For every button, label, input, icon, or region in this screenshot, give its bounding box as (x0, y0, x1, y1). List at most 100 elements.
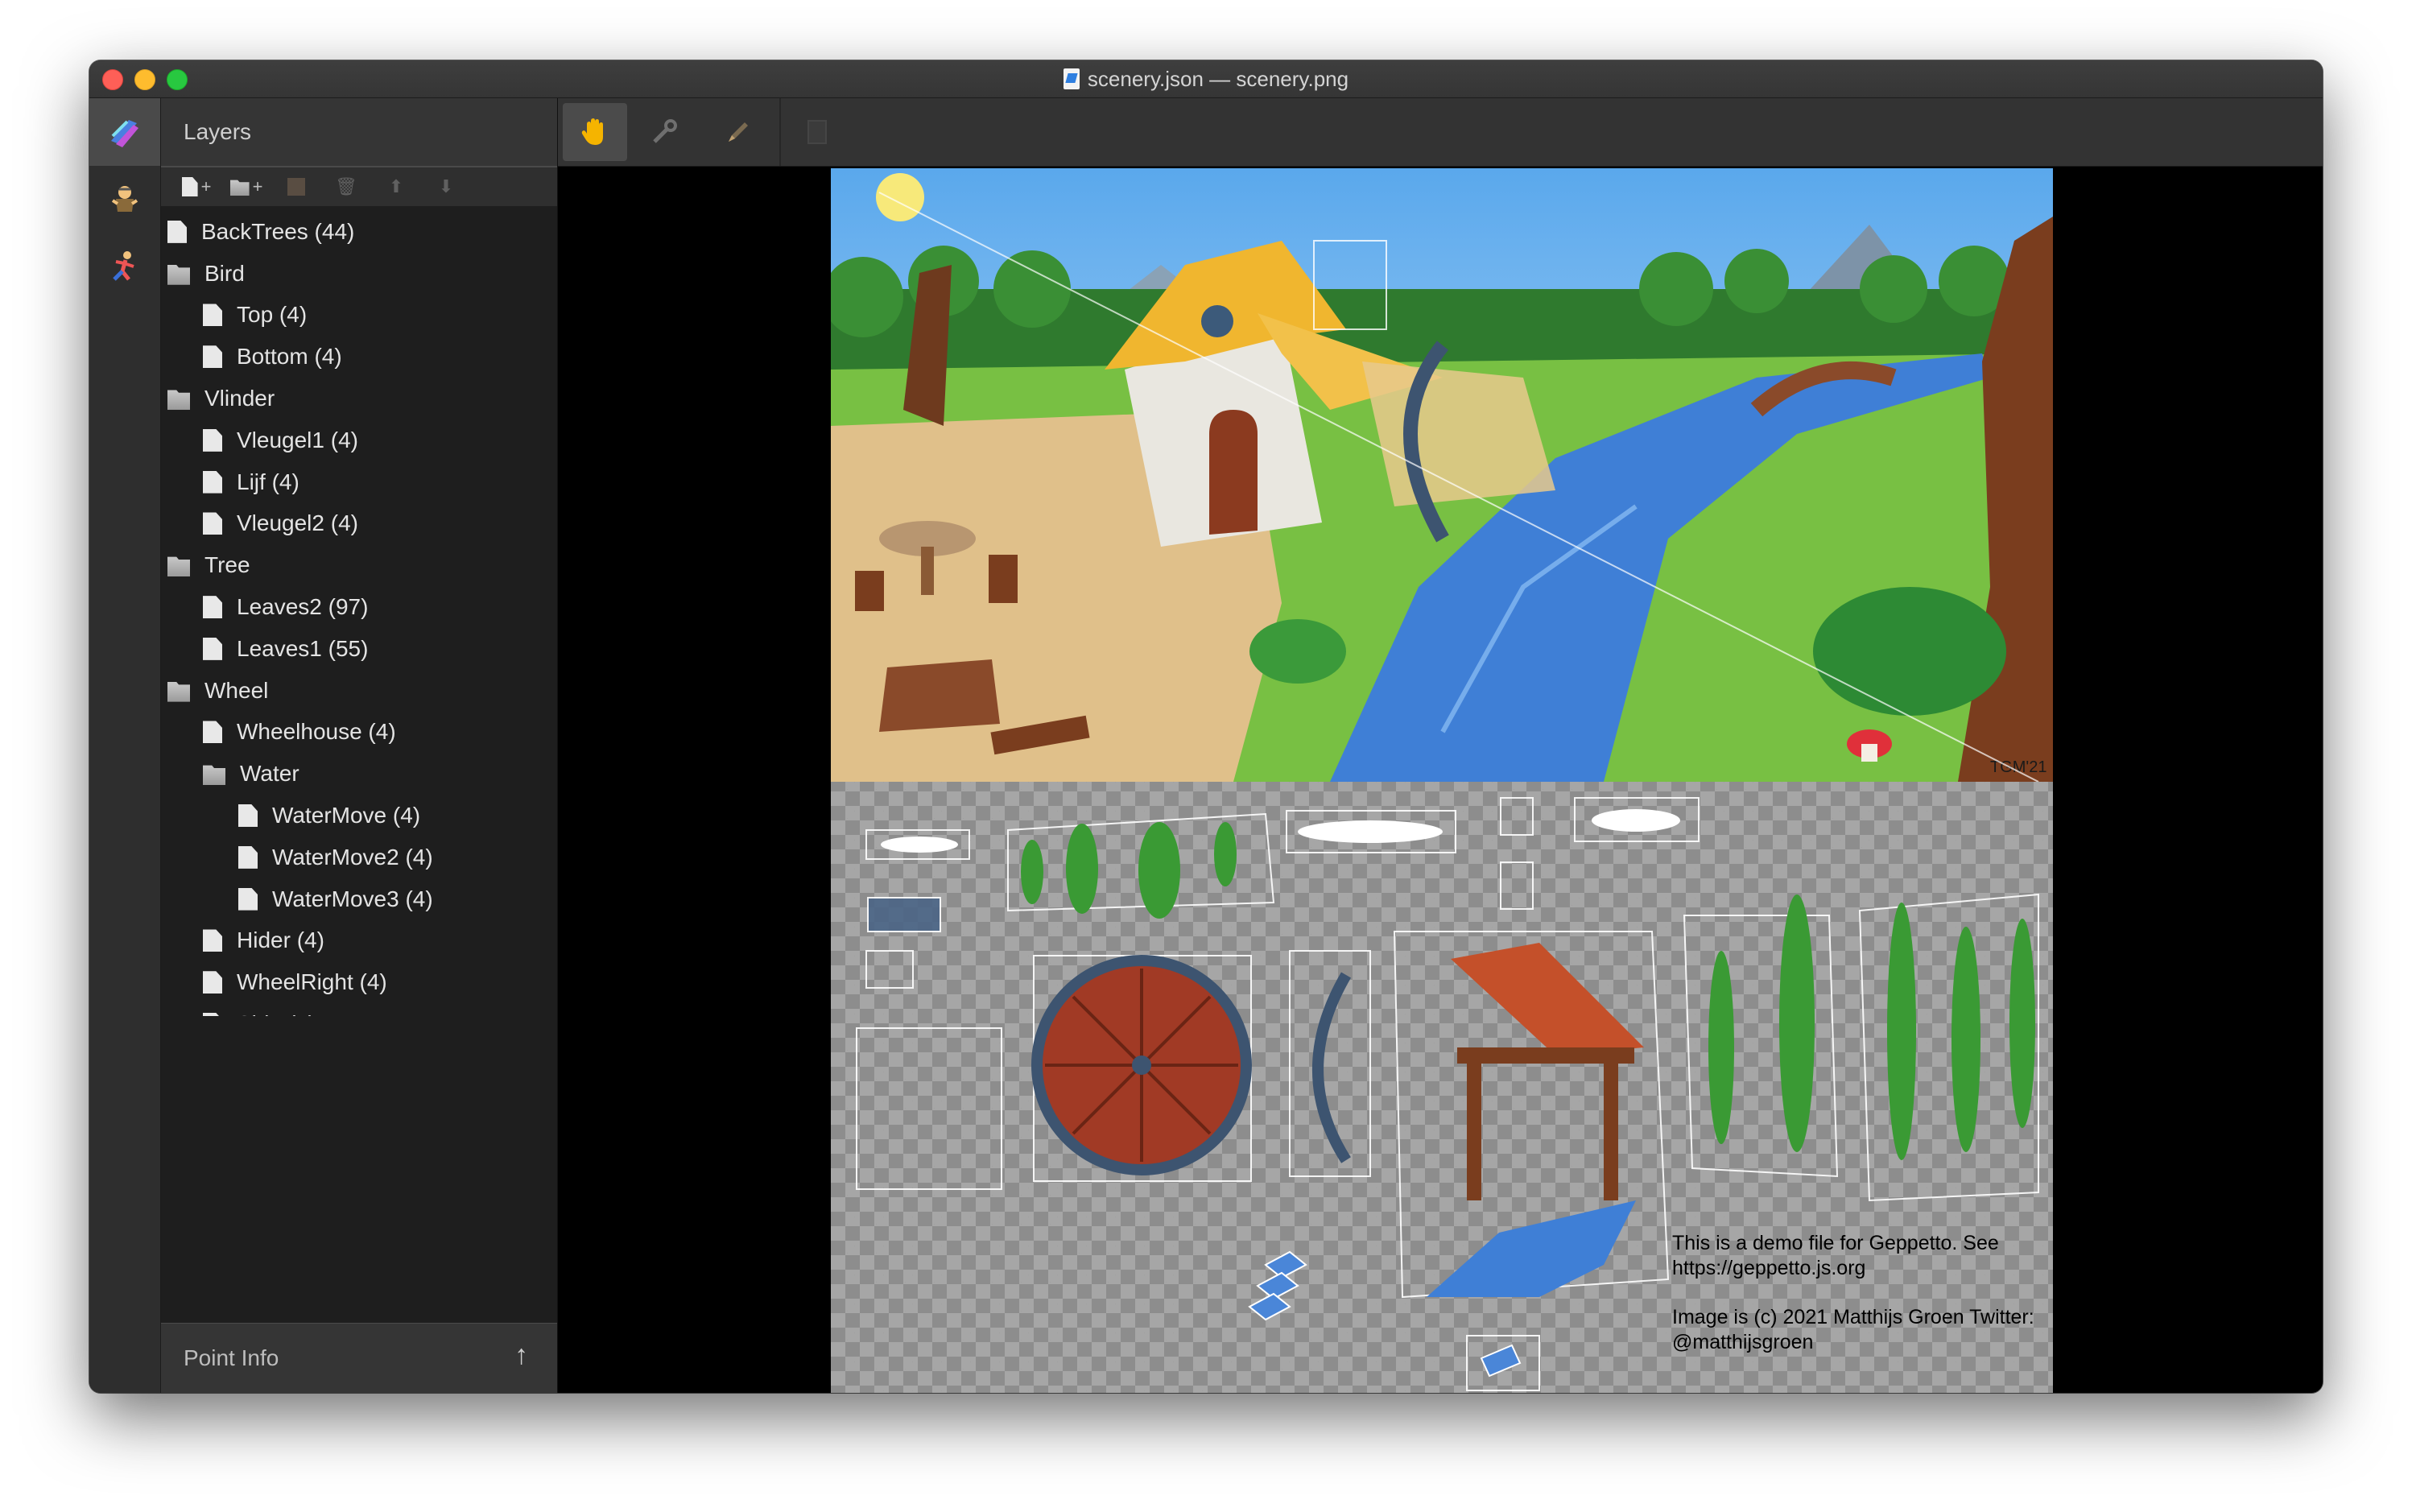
layer-item[interactable]: Side (4) (161, 1003, 557, 1016)
character-mode-button[interactable] (89, 166, 160, 233)
layers-panel-title: Layers (184, 119, 252, 144)
canvas-area[interactable]: TGM'21 This is a demo file for Geppetto.… (558, 167, 2323, 1393)
add-layer-button[interactable]: + (177, 172, 216, 201)
animation-tool-icon (113, 251, 134, 281)
layers-toolbar: + + 🗑 ⬆ ⬇ (161, 167, 557, 206)
hand-tool-button[interactable] (563, 103, 627, 161)
window-title: scenery.json — scenery.png (1087, 66, 1349, 91)
layer-label: Vleugel2 (4) (237, 510, 358, 536)
layer-item[interactable]: Leaves1 (55) (161, 628, 557, 670)
layer-label: Tree (204, 552, 250, 578)
point-info-panel-header[interactable]: Point Info ↑ (161, 1323, 557, 1393)
layer-label: Vlinder (204, 386, 275, 411)
file-icon (203, 428, 222, 452)
layer-folder-item[interactable]: Wheel (161, 670, 557, 712)
file-icon (203, 1013, 222, 1016)
layer-item[interactable]: WheelRight (4) (161, 961, 557, 1003)
add-folder-icon (229, 180, 250, 196)
layer-label: Wheel (204, 677, 269, 703)
square-tool-button[interactable] (785, 103, 849, 161)
layer-item[interactable]: Vleugel1 (4) (161, 419, 557, 461)
add-file-icon (181, 177, 198, 196)
hand-tool-icon (581, 118, 603, 145)
image-icon (287, 178, 305, 196)
layers-panel: Layers + + 🗑 ⬆ ⬇ BackTrees (44) Bird Top (… (161, 98, 558, 1393)
layer-item[interactable]: Top (4) (161, 295, 557, 337)
layer-label: BackTrees (44) (201, 218, 355, 244)
wrench-tool-button[interactable] (632, 103, 696, 161)
layer-item[interactable]: WaterMove3 (4) (161, 878, 557, 920)
file-icon (203, 345, 222, 369)
character-tool-icon (111, 186, 138, 212)
pencil-tool-button[interactable] (706, 103, 770, 161)
layer-item[interactable]: Bottom (4) (161, 336, 557, 378)
layer-folder-item[interactable]: Bird (161, 253, 557, 295)
layers-tool-icon (111, 120, 138, 147)
title-bar: scenery.json — scenery.png (89, 60, 2323, 98)
layer-item[interactable]: WaterMove2 (4) (161, 837, 557, 878)
layer-item[interactable]: WaterMove (4) (161, 795, 557, 837)
square-tool-icon (807, 120, 827, 144)
animation-mode-button[interactable] (89, 233, 160, 301)
up-arrow-icon[interactable]: ↑ (514, 1340, 528, 1371)
arrow-up-icon: ⬆ (388, 176, 404, 196)
tool-rail (89, 98, 161, 1393)
file-icon (203, 512, 222, 535)
add-folder-button[interactable]: + (227, 172, 266, 201)
file-icon (203, 929, 222, 952)
folder-icon (167, 390, 190, 411)
toolbar-separator (779, 98, 781, 166)
layer-label: Wheelhouse (4) (237, 719, 396, 745)
delete-layer-button[interactable]: 🗑 (327, 172, 366, 201)
layers-panel-header: Layers (161, 98, 557, 167)
layer-item[interactable]: BackTrees (44) (161, 211, 557, 253)
layer-item[interactable]: Lijf (4) (161, 461, 557, 503)
layer-label: Bottom (4) (237, 344, 342, 370)
texture-atlas: TGM'21 This is a demo file for Geppetto.… (831, 168, 2053, 1393)
file-icon (167, 220, 187, 243)
demo-credits: This is a demo file for Geppetto. See ht… (1672, 1231, 2042, 1379)
layer-label: Water (240, 761, 299, 787)
layer-label: Top (4) (237, 302, 308, 328)
layer-folder-item[interactable]: Tree (161, 544, 557, 586)
folder-icon (167, 556, 190, 577)
layer-label: WaterMove2 (4) (272, 844, 433, 870)
layer-label: Leaves1 (55) (237, 635, 369, 661)
layer-image-button[interactable] (277, 172, 316, 201)
demo-info-text: This is a demo file for Geppetto. See ht… (1672, 1232, 1999, 1279)
scene-preview: TGM'21 (831, 168, 2053, 782)
file-icon (203, 971, 222, 994)
layer-label: Lijf (4) (237, 469, 299, 494)
app-window: scenery.json — scenery.png Layers + + 🗑 … (89, 60, 2323, 1393)
layer-item[interactable]: Vleugel2 (4) (161, 503, 557, 545)
layer-label: WheelRight (4) (237, 969, 387, 995)
layer-folder-item[interactable]: Vlinder (161, 378, 557, 419)
layer-label: Side (4) (237, 1011, 316, 1016)
layer-item[interactable]: Wheelhouse (4) (161, 712, 557, 754)
file-icon (203, 596, 222, 619)
file-icon (203, 637, 222, 660)
layer-folder-item[interactable]: Water (161, 753, 557, 795)
layer-item[interactable]: Leaves2 (97) (161, 586, 557, 628)
window-title-group: scenery.json — scenery.png (89, 60, 2323, 97)
file-icon (238, 887, 258, 911)
file-icon (238, 804, 258, 828)
layer-label: WaterMove3 (4) (272, 886, 433, 911)
folder-icon (167, 682, 190, 702)
move-layer-up-button[interactable]: ⬆ (377, 172, 415, 201)
file-icon (203, 721, 222, 744)
layer-tree: BackTrees (44) Bird Top (4) Bottom (4) Vlind… (161, 211, 557, 1016)
layers-mode-button[interactable] (89, 98, 160, 166)
layer-label: WaterMove (4) (272, 803, 421, 828)
point-info-label: Point Info (184, 1345, 279, 1370)
layer-item[interactable]: Hider (4) (161, 920, 557, 962)
sun (876, 173, 924, 221)
move-layer-down-button[interactable]: ⬇ (427, 172, 465, 201)
layer-label: Vleugel1 (4) (237, 427, 358, 452)
layer-label: Hider (4) (237, 927, 324, 953)
document-icon (1063, 68, 1080, 89)
pencil-tool-icon (729, 122, 748, 142)
layer-label: Leaves2 (97) (237, 594, 369, 620)
folder-icon (167, 265, 190, 285)
trash-icon: 🗑 (335, 176, 357, 196)
